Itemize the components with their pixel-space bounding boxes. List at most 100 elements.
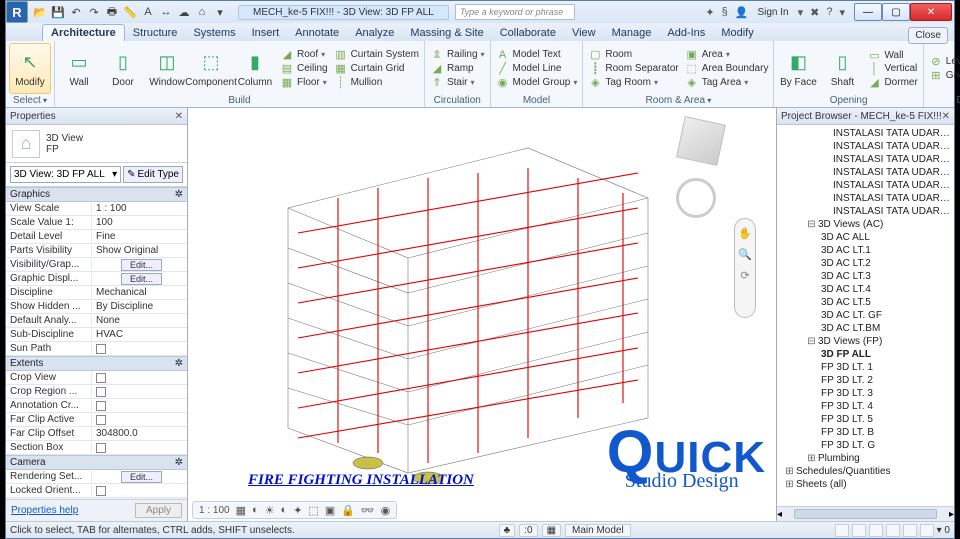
type-selector[interactable]: 3D View: 3D FP ALL▾ (10, 166, 121, 183)
build-mullion[interactable]: ┊Mullion (332, 76, 421, 89)
user-icon[interactable]: 👤 (733, 6, 751, 19)
open-vertical[interactable]: │Vertical (865, 63, 919, 75)
search-input[interactable]: Type a keyword or phrase (455, 4, 575, 20)
tab-insert[interactable]: Insert (244, 25, 288, 41)
navigation-bar[interactable]: ✋🔍⟳ (734, 218, 756, 318)
apply-button[interactable]: Apply (135, 503, 182, 518)
component-button[interactable]: ⬚Component (190, 43, 232, 94)
tree-node[interactable]: ⊞Plumbing (777, 452, 954, 465)
circ-ramp[interactable]: ◢Ramp (428, 62, 487, 75)
drag-elements-icon[interactable] (903, 524, 917, 537)
tab-add-ins[interactable]: Add-Ins (659, 25, 713, 41)
room-room[interactable]: ▢Room (586, 48, 680, 61)
by-face-button[interactable]: ◧By Face (777, 43, 819, 94)
crop-region-icon[interactable]: ▣ (325, 504, 335, 517)
minimize-button[interactable]: — (854, 3, 882, 21)
prop-row[interactable]: DisciplineMechanical (6, 286, 187, 300)
tree-node[interactable]: 3D AC LT.3 (777, 270, 954, 283)
select-links-icon[interactable] (835, 524, 849, 537)
tree-node[interactable]: 3D AC LT.4 (777, 283, 954, 296)
browser-h-scrollbar[interactable]: ◂▸ (777, 506, 954, 521)
sync-icon[interactable]: ☁ (176, 4, 192, 20)
subscription-icon[interactable]: ✦ (703, 6, 716, 19)
exchange-icon[interactable]: ✖ (808, 6, 821, 19)
prop-row[interactable]: Rendering Set...Edit... (6, 470, 187, 484)
keys-icon[interactable]: § (720, 6, 730, 18)
shaft-button[interactable]: ▯Shaft (821, 43, 863, 94)
room-area-boundary[interactable]: ⬚Area Boundary (683, 62, 771, 75)
view-scale[interactable]: 1 : 100 (199, 505, 230, 516)
room-area[interactable]: ▣Area (683, 48, 771, 61)
model-model-text[interactable]: AModel Text (494, 49, 580, 61)
select-pinned-icon[interactable] (869, 524, 883, 537)
shadows-icon[interactable]: ◐ (281, 504, 288, 516)
editable-only-icon[interactable]: ▦ (542, 524, 561, 537)
prop-row[interactable]: Annotation Cr... (6, 399, 187, 413)
tab-modify[interactable]: Modify (713, 25, 761, 41)
tab-architecture[interactable]: Architecture (42, 24, 125, 41)
build-curtain-system[interactable]: ▥Curtain System (332, 48, 421, 61)
prop-row[interactable]: Show Hidden ...By Discipline (6, 300, 187, 314)
filter-icon[interactable] (920, 524, 934, 537)
tab-collaborate[interactable]: Collaborate (492, 25, 564, 41)
sun-path-icon[interactable]: ☀ (265, 504, 275, 517)
help-icon[interactable]: ? (824, 6, 834, 18)
prop-row[interactable]: Default Analy...None (6, 314, 187, 328)
room-room-separator[interactable]: ┋Room Separator (586, 62, 680, 75)
tree-node[interactable]: ⊟3D Views (FP) (777, 335, 954, 348)
circ-stair[interactable]: ⇑Stair (428, 76, 487, 89)
wall-button[interactable]: ▭Wall (58, 43, 100, 94)
tab-systems[interactable]: Systems (185, 25, 243, 41)
steering-wheel[interactable] (676, 178, 716, 218)
tree-node[interactable]: FP 3D LT. 1 (777, 361, 954, 374)
prop-row[interactable]: Far Clip Offset304800.0 (6, 427, 187, 441)
temp-hide-icon[interactable]: 👓 (361, 504, 375, 517)
group-title-select[interactable]: Select (13, 95, 47, 106)
prop-row[interactable]: Parts VisibilityShow Original (6, 244, 187, 258)
open-dormer[interactable]: ◢Dormer (865, 76, 919, 89)
select-underlay-icon[interactable] (852, 524, 866, 537)
tree-node[interactable]: INSTALASI TATA UDARA LT. GROU (777, 205, 954, 218)
reveal-icon[interactable]: ◉ (381, 504, 391, 517)
tree-node[interactable]: 3D AC LT.1 (777, 244, 954, 257)
tree-node[interactable]: INSTALASI TATA UDARA LT. BASEM (777, 192, 954, 205)
rendering-icon[interactable]: ✦ (293, 504, 302, 517)
open-icon[interactable]: 📂 (32, 4, 48, 20)
datum-level[interactable]: ⊘Level (927, 55, 960, 68)
checkbox[interactable] (96, 415, 106, 425)
lock-icon[interactable]: 🔒 (341, 504, 355, 517)
tree-node[interactable]: FP 3D LT. 4 (777, 400, 954, 413)
checkbox[interactable] (96, 387, 106, 397)
modify-button[interactable]: ↖ Modify (9, 43, 51, 94)
print-icon[interactable]: 🖶 (104, 4, 120, 20)
tree-node[interactable]: ⊞Sheets (all) (777, 478, 954, 491)
tree-node[interactable]: FP 3D LT. 5 (777, 413, 954, 426)
window-button[interactable]: ◫Window (146, 43, 188, 94)
model-model-group[interactable]: ◉Model Group (494, 76, 580, 89)
tab-structure[interactable]: Structure (125, 25, 186, 41)
properties-close-icon[interactable]: ✕ (175, 111, 183, 122)
model-model-line[interactable]: ╱Model Line (494, 62, 580, 75)
tree-node[interactable]: 3D AC LT.5 (777, 296, 954, 309)
design-options[interactable]: Main Model (565, 524, 631, 537)
column-button[interactable]: ▮Column (234, 43, 276, 94)
prop-row[interactable]: Section Box (6, 441, 187, 455)
room-tag-room[interactable]: ◈Tag Room (586, 76, 680, 89)
tab-manage[interactable]: Manage (604, 25, 660, 41)
project-browser-close-icon[interactable]: ✕ (942, 111, 950, 122)
prop-row[interactable]: Scale Value 1:100 (6, 216, 187, 230)
prop-section-graphics[interactable]: Graphics✲ (6, 187, 187, 202)
tree-node[interactable]: INSTALASI TATA UDARA LT. 5 (777, 179, 954, 192)
checkbox[interactable] (96, 486, 106, 496)
tree-node[interactable]: 3D AC LT. GF (777, 309, 954, 322)
app-menu-button[interactable]: R (6, 1, 28, 23)
visual-style-icon[interactable]: ◐ (252, 504, 259, 516)
save-icon[interactable]: 💾 (50, 4, 66, 20)
prop-row[interactable]: Sub-DisciplineHVAC (6, 328, 187, 342)
text-icon[interactable]: A (140, 4, 156, 20)
build-roof[interactable]: ◢Roof (278, 48, 330, 61)
redo-icon[interactable]: ↷ (86, 4, 102, 20)
workset-icon[interactable]: ♣ (499, 524, 516, 537)
tree-node[interactable]: 3D AC ALL (777, 231, 954, 244)
tree-node[interactable]: FP 3D LT. B (777, 426, 954, 439)
